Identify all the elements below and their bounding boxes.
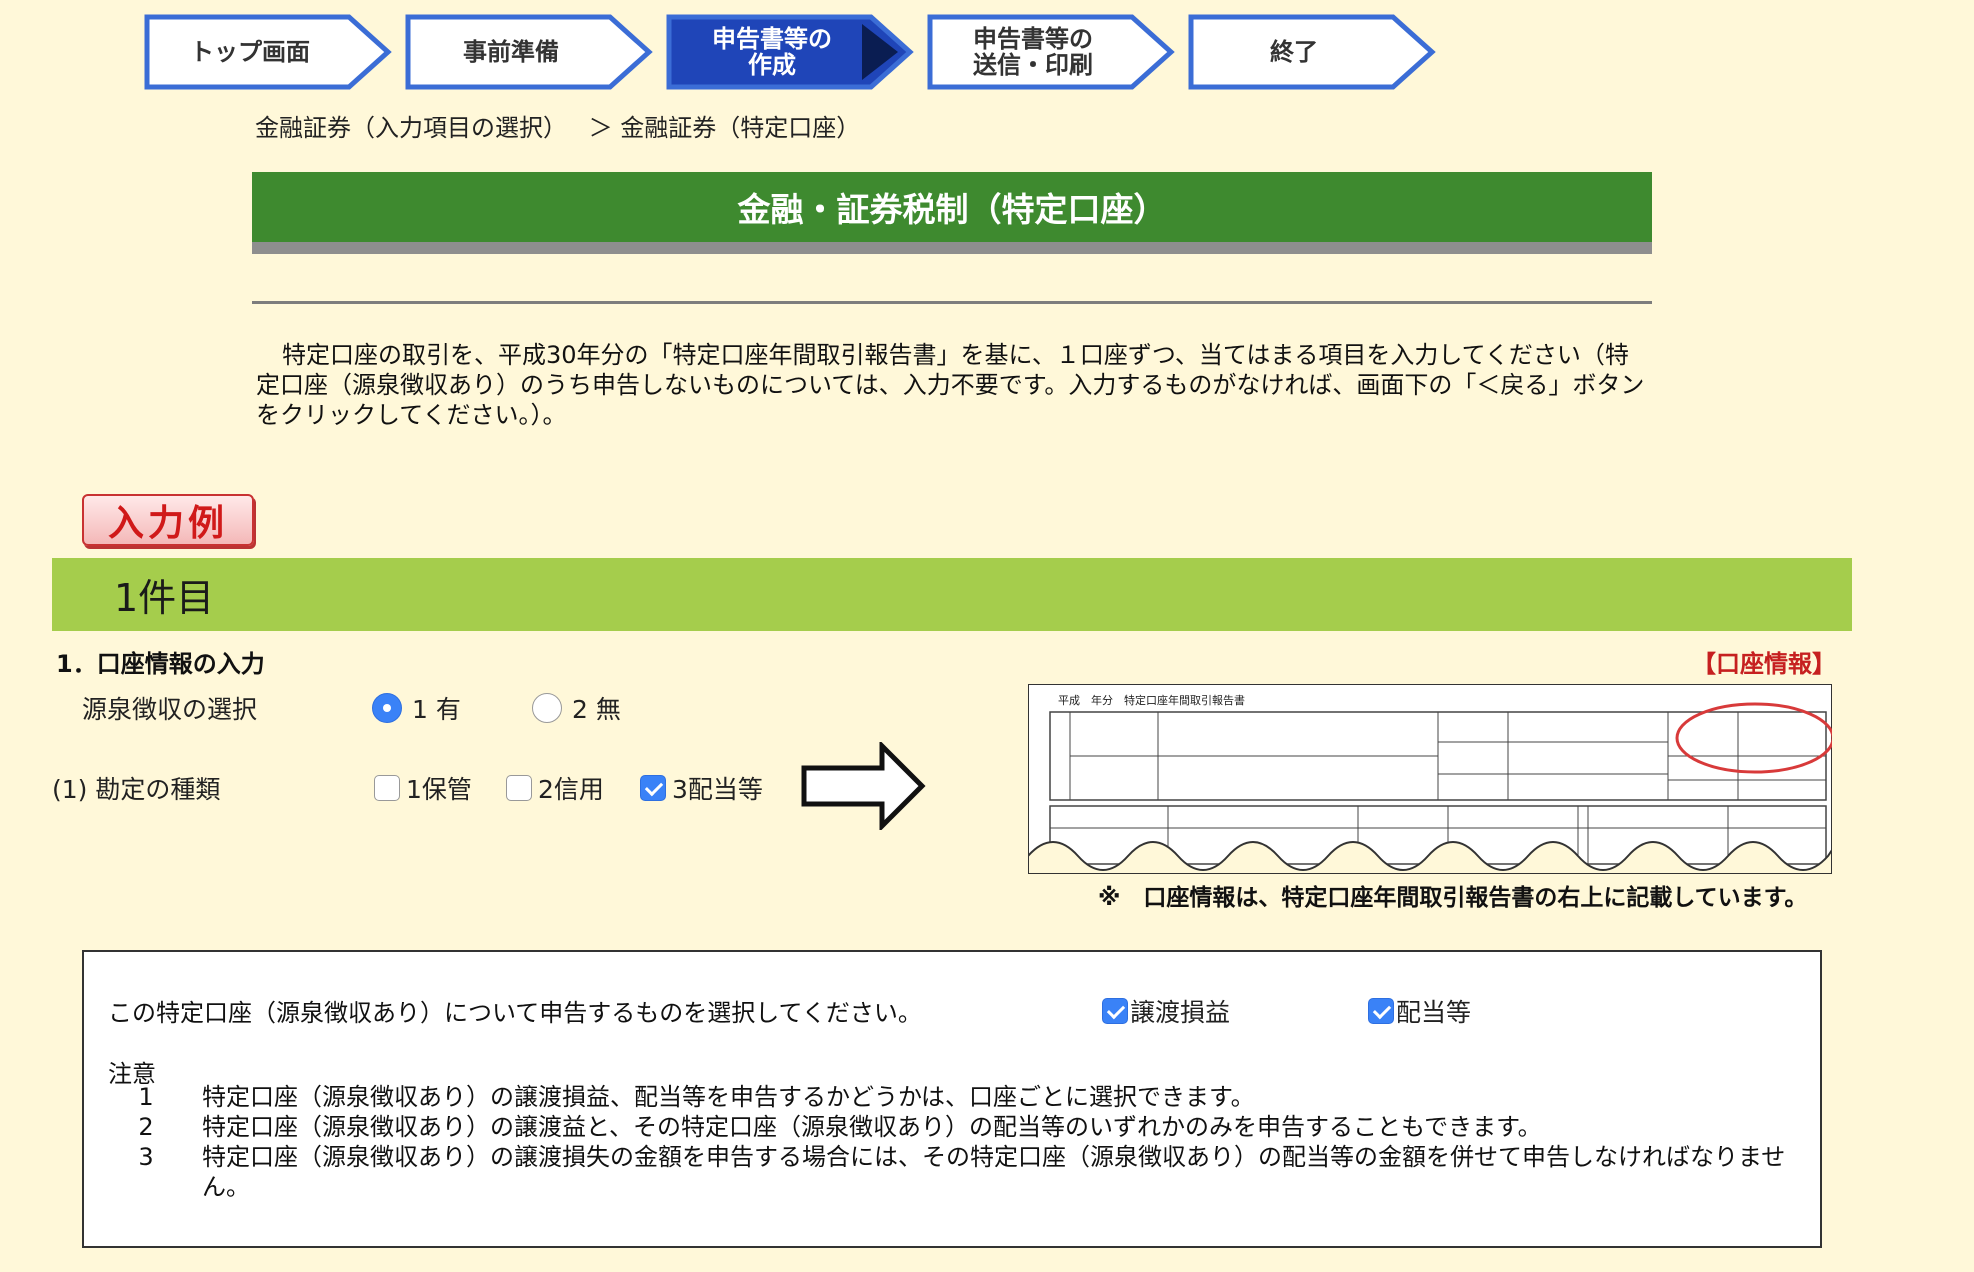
account-section-title: 1．口座情報の入力 [56,650,265,678]
step-label: 申告書等の 送信・印刷 [973,25,1093,79]
option-label: 1保管 [406,775,472,804]
withholding-option-no[interactable]: 2 無 [532,690,621,726]
page-title: 金融・証券税制（特定口座） [252,172,1652,242]
radio-button[interactable] [372,693,402,723]
form-image-note: ※ 口座情報は、特定口座年間取引報告書の右上に記載しています。 [1098,885,1808,911]
breadcrumb: 金融証券（入力項目の選択） ＞ 金融証券（特定口座） [255,108,874,143]
step-create-return: 申告書等の 作成 [666,14,916,90]
account-type-option-dividend[interactable]: 3配当等 [640,770,763,806]
account-type-option-margin[interactable]: 2信用 [506,770,604,806]
step-preparation[interactable]: 事前準備 [405,14,655,90]
step-send-print[interactable]: 申告書等の 送信・印刷 [927,14,1177,90]
checkbox[interactable] [640,775,666,801]
note-number: 3 [138,1143,154,1171]
radio-button[interactable] [532,693,562,723]
form-header: 平成 年分 特定口座年間取引報告書 [1058,693,1245,707]
option-label: 2 無 [572,695,621,724]
option-label: 2信用 [538,775,604,804]
step-label: 申告書等の 作成 [712,25,832,79]
account-type-label: (1) 勘定の種類 [52,775,221,804]
step-label: 事前準備 [463,38,559,66]
step-finish[interactable]: 終了 [1188,14,1438,90]
report-form-image: 平成 年分 特定口座年間取引報告書 [1027,683,1835,875]
step-label: 終了 [1270,38,1318,66]
input-example-button[interactable]: 入力例 [82,494,254,546]
note-item: 3 特定口座（源泉徴収あり）の譲渡損失の金額を申告する場合には、その特定口座（源… [126,1142,1846,1202]
withholding-option-yes[interactable]: 1 有 [372,690,461,726]
option-label: 配当等 [1396,998,1472,1027]
note-number: 2 [138,1113,154,1141]
withholding-label: 源泉徴収の選択 [82,695,258,724]
item-header-label: 1件目 [114,576,215,620]
note-item: 2 特定口座（源泉徴収あり）の譲渡益と、その特定口座（源泉徴収あり）の配当等のい… [126,1112,1846,1142]
step-top[interactable]: トップ画面 [144,14,394,90]
step-label: トップ画面 [190,38,310,66]
breadcrumb-item: ＞ 金融証券（特定口座） [588,114,861,142]
account-type-option-custody[interactable]: 1保管 [374,770,472,806]
checkbox[interactable] [1102,998,1128,1024]
item-header: 1件目 [52,558,1852,631]
title-underline [252,242,1652,254]
intro-text: 特定口座の取引を、平成30年分の「特定口座年間取引報告書」を基に、１口座ずつ、当… [256,341,1645,429]
option-label: 3配当等 [672,775,763,804]
divider [252,301,1652,304]
note-item: 1 特定口座（源泉徴収あり）の譲渡損益、配当等を申告するかどうかは、口座ごとに選… [126,1082,1846,1112]
declare-capital-gains-option[interactable]: 譲渡損益 [1102,993,1230,1029]
note-number: 1 [138,1083,154,1111]
checkbox[interactable] [506,775,532,801]
option-label: 譲渡損益 [1130,998,1231,1027]
note-text: 特定口座（源泉徴収あり）の譲渡益と、その特定口座（源泉徴収あり）の配当等のいずれ… [202,1113,1542,1141]
option-label: 1 有 [412,695,461,724]
breadcrumb-item: 金融証券（入力項目の選択） [255,114,567,142]
declaration-question: この特定口座（源泉徴収あり）について申告するものを選択してください。 [108,999,922,1027]
checkbox[interactable] [1368,998,1394,1024]
account-info-link[interactable]: 【口座情報】 [1692,644,1836,679]
note-text: 特定口座（源泉徴収あり）の譲渡損益、配当等を申告するかどうかは、口座ごとに選択で… [202,1083,1255,1111]
checkbox[interactable] [374,775,400,801]
right-arrow-icon [801,742,926,830]
note-text: 特定口座（源泉徴収あり）の譲渡損失の金額を申告する場合には、その特定口座（源泉徴… [202,1143,1786,1201]
declare-dividends-option[interactable]: 配当等 [1368,993,1471,1029]
